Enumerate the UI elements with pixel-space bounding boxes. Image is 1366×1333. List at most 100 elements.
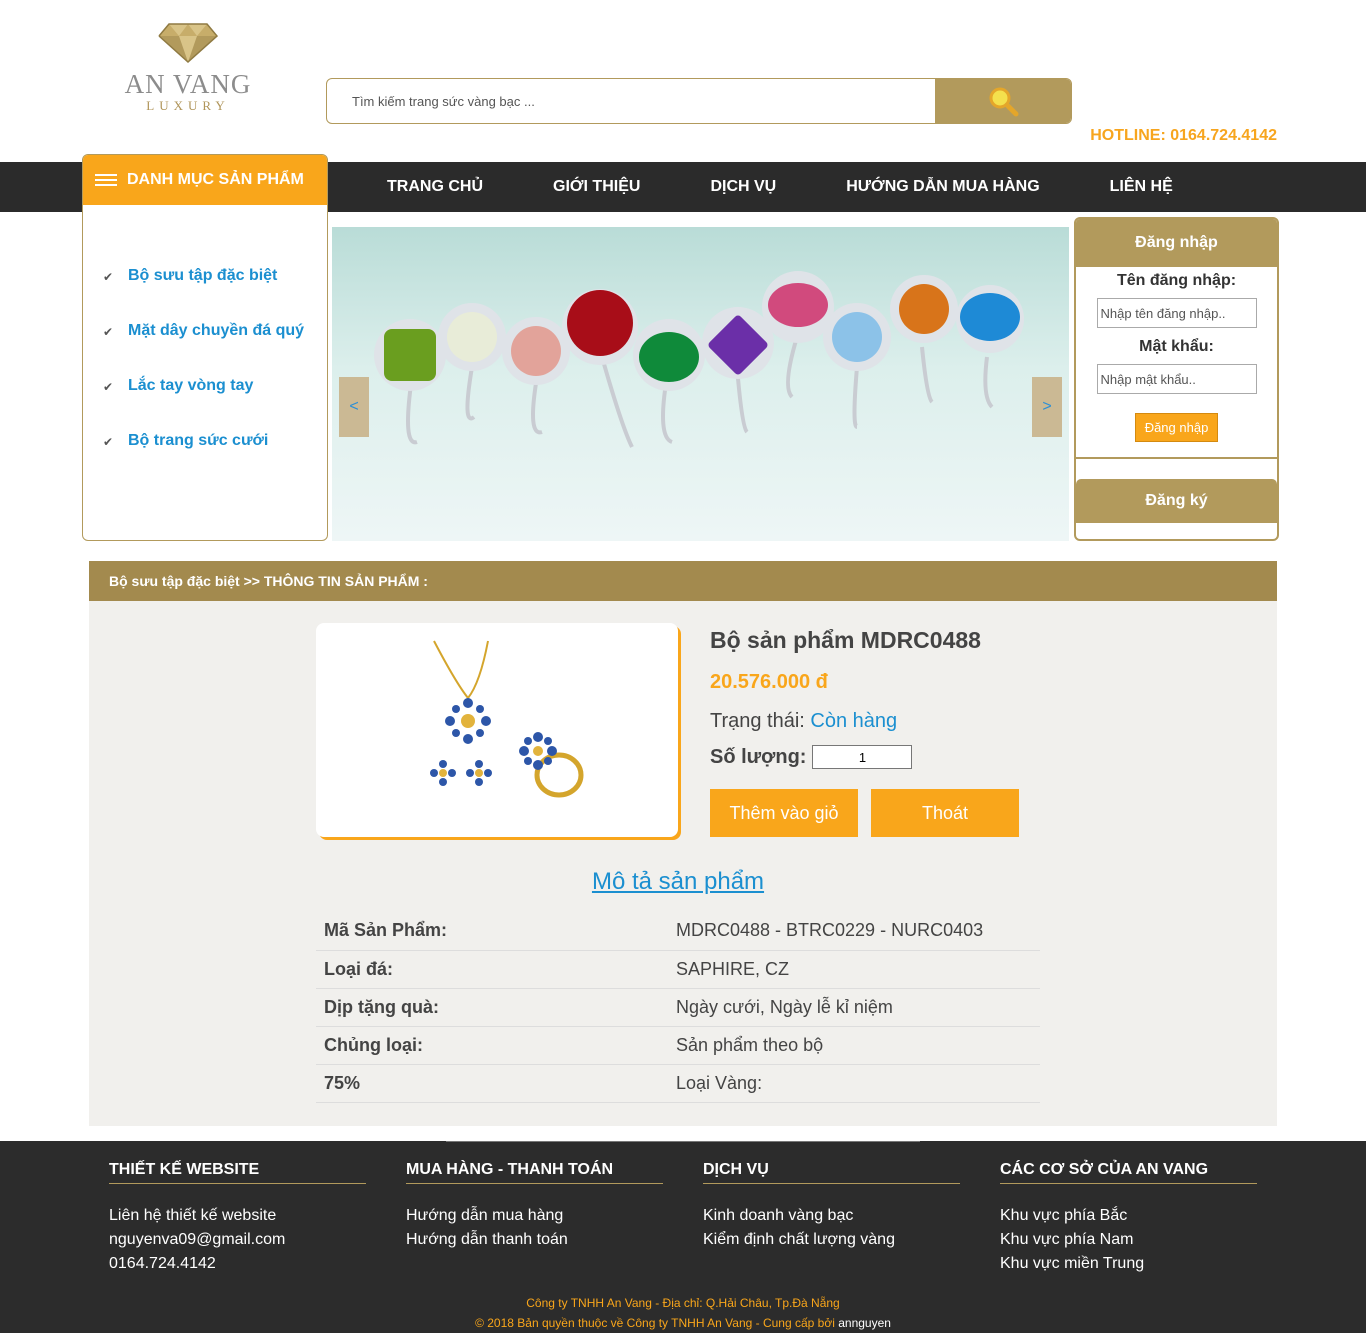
banner-slider: < > [332, 227, 1069, 541]
register-button[interactable]: Đăng ký [1076, 479, 1277, 523]
breadcrumb-current: THÔNG TIN SẢN PHẨM : [263, 573, 428, 589]
copyright-text: © 2018 Bản quyền thuộc về Công ty TNHH A… [475, 1316, 839, 1330]
brand-tagline: LUXURY [146, 98, 230, 113]
footer-col-title: THIẾT KẾ WEBSITE [109, 1161, 366, 1184]
menu-icon [95, 171, 117, 189]
category-header[interactable]: DANH MỤC SẢN PHẨM [83, 155, 327, 205]
footer-col-services: DỊCH VỤ Kinh doanh vàng bạc Kiểm định ch… [703, 1161, 960, 1252]
footer-link[interactable]: nguyenva09@gmail.com [109, 1228, 366, 1252]
brand-name: AN VANG [124, 69, 252, 99]
footer-col-branches: CÁC CƠ SỞ CỦA AN VANG Khu vực phía Bắc K… [1000, 1161, 1257, 1276]
footer-col-design: THIẾT KẾ WEBSITE Liên hệ thiết kế websit… [109, 1161, 366, 1276]
category-label[interactable]: Bộ trang sức cưới [128, 432, 268, 450]
footer-col-title: MUA HÀNG - THANH TOÁN [406, 1161, 663, 1184]
login-title: Đăng nhập [1076, 219, 1277, 267]
breadcrumb-parent-link[interactable]: Bộ sưu tập đặc biệt [109, 573, 240, 589]
breadcrumb: Bộ sưu tập đặc biệt >> THÔNG TIN SẢN PHẨ… [89, 561, 1277, 601]
divider [446, 1141, 920, 1142]
nav-services[interactable]: DỊCH VỤ [675, 178, 811, 196]
status-value: Còn hàng [810, 710, 898, 732]
footer-col-title: CÁC CƠ SỞ CỦA AN VANG [1000, 1161, 1257, 1184]
nav-contact[interactable]: LIÊN HỆ [1075, 178, 1208, 196]
category-label[interactable]: Bộ sưu tập đặc biệt [128, 267, 277, 285]
spec-key: Loại đá: [316, 950, 668, 989]
footer-link[interactable]: Kiểm định chất lượng vàng [703, 1228, 960, 1252]
footer-copyright: © 2018 Bản quyền thuộc về Công ty TNHH A… [0, 1316, 1366, 1330]
spec-key: Mã Sản Phẩm: [316, 912, 668, 951]
category-item[interactable]: ✔ Mặt dây chuyền đá quý [83, 322, 327, 377]
slider-prev-button[interactable]: < [339, 377, 369, 437]
footer: THIẾT KẾ WEBSITE Liên hệ thiết kế websit… [0, 1141, 1366, 1333]
footer-link[interactable]: Khu vực phía Nam [1000, 1228, 1257, 1252]
provider-link[interactable]: annguyen [838, 1316, 891, 1330]
nav-shopping-guide[interactable]: HƯỚNG DẪN MUA HÀNG [811, 178, 1074, 196]
diamond-icon [158, 23, 219, 64]
footer-link[interactable]: Kinh doanh vàng bạc [703, 1204, 960, 1228]
logo[interactable]: AN VANG LUXURY [118, 20, 258, 130]
slider-next-button[interactable]: > [1032, 377, 1062, 437]
username-input[interactable] [1096, 298, 1257, 328]
category-label[interactable]: Lắc tay vòng tay [128, 377, 253, 395]
footer-link[interactable]: Khu vực phía Bắc [1000, 1204, 1257, 1228]
category-panel: DANH MỤC SẢN PHẨM ✔ Bộ sưu tập đặc biệt ✔… [82, 154, 328, 541]
status-label: Trạng thái: [710, 710, 811, 732]
footer-link[interactable]: 0164.724.4142 [109, 1252, 366, 1276]
category-title: DANH MỤC SẢN PHẨM [127, 171, 304, 188]
spec-key: Dịp tặng quà: [316, 988, 668, 1027]
spec-value: SAPHIRE, CZ [668, 950, 1040, 989]
nav-about[interactable]: GIỚI THIỆU [518, 178, 675, 196]
check-icon: ✔ [103, 325, 114, 339]
hotline[interactable]: HOTLINE: 0164.724.4142 [1090, 127, 1277, 145]
spec-key: Chủng loại: [316, 1026, 668, 1065]
quantity-row: Số lượng: [710, 745, 981, 769]
product-description-link[interactable]: Mô tả sản phẩm [89, 868, 1267, 896]
check-icon: ✔ [103, 380, 114, 394]
search-icon [989, 87, 1019, 117]
category-label[interactable]: Mặt dây chuyền đá quý [128, 322, 304, 340]
footer-col-payment: MUA HÀNG - THANH TOÁN Hướng dẫn mua hàng… [406, 1161, 663, 1252]
table-row: Chủng loại: Sản phẩm theo bộ [316, 1026, 1040, 1065]
breadcrumb-separator: >> [239, 573, 264, 589]
table-row: Dịp tặng quà: Ngày cưới, Ngày lễ kỉ niệm [316, 988, 1040, 1027]
product-name: Bộ sản phẩm MDRC0488 [710, 627, 981, 653]
table-row: Mã Sản Phẩm: MDRC0488 - BTRC0229 - NURC04… [316, 912, 1040, 951]
footer-link[interactable]: Khu vực miền Trung [1000, 1252, 1257, 1276]
product-info: Bộ sản phẩm MDRC0488 20.576.000 đ Trạng … [710, 627, 981, 769]
category-item[interactable]: ✔ Bộ sưu tập đặc biệt [83, 267, 327, 322]
product-section: Bộ sưu tập đặc biệt >> THÔNG TIN SẢN PHẨ… [89, 561, 1277, 1126]
product-status: Trạng thái: Còn hàng [710, 710, 981, 733]
table-row: 75% Loại Vàng: [316, 1064, 1040, 1103]
login-button[interactable]: Đăng nhập [1134, 413, 1219, 442]
divider [1076, 457, 1277, 461]
nav-home[interactable]: TRANG CHỦ [352, 178, 518, 196]
spec-value: Sản phẩm theo bộ [668, 1026, 1040, 1065]
footer-col-title: DỊCH VỤ [703, 1161, 960, 1184]
product-image[interactable] [316, 623, 678, 837]
rings-banner-image [374, 271, 1024, 448]
username-label: Tên đăng nhập: [1116, 272, 1237, 289]
check-icon: ✔ [103, 270, 114, 284]
password-input[interactable] [1096, 364, 1257, 394]
password-label: Mật khẩu: [1139, 338, 1214, 355]
category-item[interactable]: ✔ Bộ trang sức cưới [83, 432, 327, 487]
category-item[interactable]: ✔ Lắc tay vòng tay [83, 377, 327, 432]
footer-address: Công ty TNHH An Vang - Địa chỉ: Q.Hải Ch… [526, 1296, 840, 1310]
search-bar [326, 78, 1072, 124]
footer-link[interactable]: Hướng dẫn mua hàng [406, 1204, 663, 1228]
exit-button[interactable]: Thoát [871, 789, 1019, 837]
spec-table: Mã Sản Phẩm: MDRC0488 - BTRC0229 - NURC04… [316, 912, 1040, 1103]
product-price: 20.576.000 đ [710, 671, 828, 693]
jewelry-set-image [430, 640, 584, 798]
spec-value: Ngày cưới, Ngày lễ kỉ niệm [668, 988, 1040, 1027]
quantity-input[interactable] [812, 745, 913, 769]
login-panel: Đăng nhập Tên đăng nhập: Mật khẩu: Đăng … [1074, 217, 1279, 541]
add-to-cart-button[interactable]: Thêm vào giỏ [710, 789, 858, 837]
spec-value: Loại Vàng: [668, 1064, 1040, 1103]
search-button[interactable] [935, 79, 1071, 123]
product-actions: Thêm vào giỏ Thoát [710, 789, 1032, 837]
search-input[interactable] [327, 79, 937, 123]
quantity-label: Số lượng: [710, 745, 807, 768]
spec-value: MDRC0488 - BTRC0229 - NURC0403 [668, 912, 1040, 951]
footer-link[interactable]: Hướng dẫn thanh toán [406, 1228, 663, 1252]
footer-link[interactable]: Liên hệ thiết kế website [109, 1204, 366, 1228]
